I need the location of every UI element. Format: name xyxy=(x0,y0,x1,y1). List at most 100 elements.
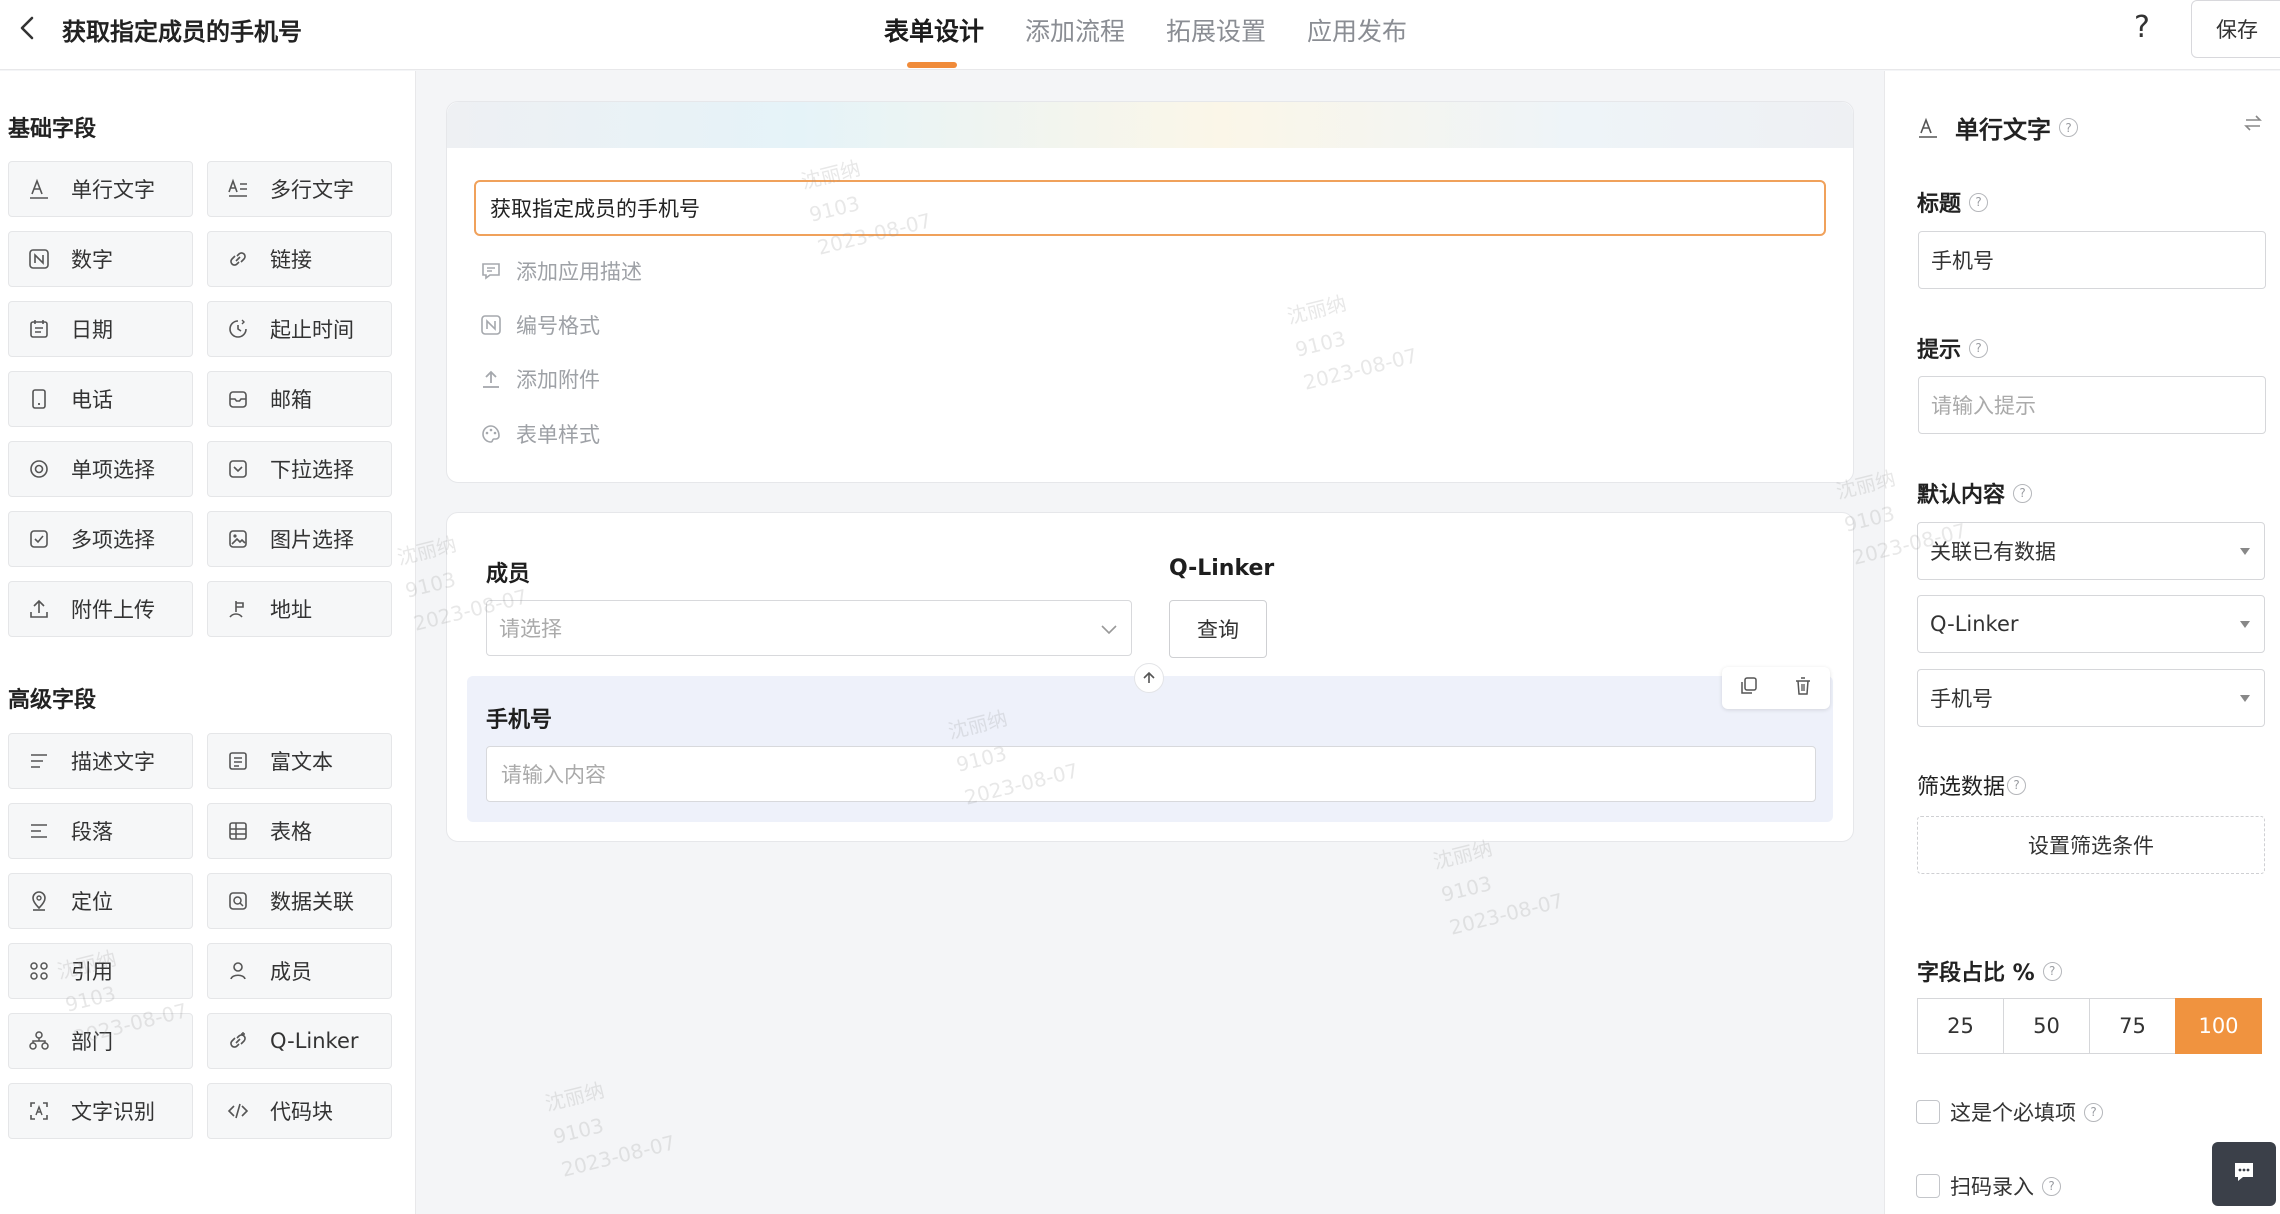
field-label: 部门 xyxy=(71,1030,113,1054)
multiline-text-icon xyxy=(226,177,250,201)
phone-input[interactable]: 请输入内容 xyxy=(486,746,1816,802)
save-button[interactable]: 保存 xyxy=(2191,0,2280,58)
data-link-icon xyxy=(226,889,250,913)
hint-label: 提示 ? xyxy=(1917,332,1989,364)
field-code-block[interactable]: 代码块 xyxy=(207,1083,392,1139)
scan-input-option[interactable]: 扫码录入 ? xyxy=(1916,1171,2061,1201)
move-up-icon[interactable] xyxy=(1134,663,1164,693)
field-label: 附件上传 xyxy=(71,598,155,622)
field-description-text[interactable]: 描述文字 xyxy=(8,733,193,789)
field-address[interactable]: 地址 xyxy=(207,581,392,637)
required-option[interactable]: 这是个必填项 ? xyxy=(1916,1097,2103,1127)
form-banner xyxy=(447,102,1853,148)
option-label: 表单样式 xyxy=(516,423,600,447)
caret-down-icon xyxy=(2240,620,2250,628)
form-style-option[interactable]: 表单样式 xyxy=(480,419,600,449)
field-number[interactable]: 数字 xyxy=(8,231,193,287)
description-icon xyxy=(27,749,51,773)
field-ocr[interactable]: 文字识别 xyxy=(8,1083,193,1139)
field-date[interactable]: 日期 xyxy=(8,301,193,357)
switch-type-icon[interactable] xyxy=(2242,112,2264,139)
field-link[interactable]: 链接 xyxy=(207,231,392,287)
field-dropdown-choice[interactable]: 下拉选择 xyxy=(207,441,392,497)
title-label-text: 标题 xyxy=(1917,192,1962,217)
hint-input[interactable]: 请输入提示 xyxy=(1918,376,2266,434)
member-select[interactable]: 请选择 xyxy=(486,600,1132,656)
default-linker-select[interactable]: Q-Linker xyxy=(1917,595,2265,653)
chat-support-button[interactable] xyxy=(2212,1142,2276,1206)
field-q-linker[interactable]: Q-Linker xyxy=(207,1013,392,1069)
ratio-option-25[interactable]: 25 xyxy=(1917,998,2004,1054)
help-circle-icon[interactable]: ? xyxy=(2013,483,2033,503)
required-label-text: 这是个必填项 xyxy=(1950,1101,2076,1125)
help-circle-icon[interactable]: ? xyxy=(2084,1102,2103,1122)
field-time-range[interactable]: 起止时间 xyxy=(207,301,392,357)
field-attachment-upload[interactable]: 附件上传 xyxy=(8,581,193,637)
trash-icon[interactable] xyxy=(1793,676,1813,701)
help-circle-icon[interactable]: ? xyxy=(1969,338,1989,358)
field-mailbox[interactable]: 邮箱 xyxy=(207,371,392,427)
ratio-option-75[interactable]: 75 xyxy=(2089,998,2176,1054)
back-arrow-icon[interactable] xyxy=(14,14,42,42)
ratio-option-50[interactable]: 50 xyxy=(2003,998,2090,1054)
tab-form-design[interactable]: 表单设计 xyxy=(884,12,984,48)
field-multi-choice[interactable]: 多项选择 xyxy=(8,511,193,567)
filter-label-text: 筛选数据 xyxy=(1917,775,2006,800)
field-toolbar xyxy=(1722,667,1830,709)
field-paragraph[interactable]: 段落 xyxy=(8,803,193,859)
help-circle-icon[interactable]: ? xyxy=(2007,775,2027,795)
help-circle-icon[interactable]: ? xyxy=(2059,118,2078,137)
chat-bubble-icon xyxy=(2231,1159,2257,1190)
help-circle-icon[interactable]: ? xyxy=(1969,192,1989,212)
add-attachment-option[interactable]: 添加附件 xyxy=(480,364,600,394)
field-multi-line-text[interactable]: 多行文字 xyxy=(207,161,392,217)
scan-checkbox[interactable] xyxy=(1916,1174,1940,1198)
field-reference[interactable]: 引用 xyxy=(8,943,193,999)
title-input[interactable]: 手机号 xyxy=(1918,231,2266,289)
field-rich-text[interactable]: 富文本 xyxy=(207,733,392,789)
field-label: 表格 xyxy=(270,820,312,844)
set-filter-button[interactable]: 设置筛选条件 xyxy=(1917,816,2265,874)
field-single-line-text[interactable]: 单行文字 xyxy=(8,161,193,217)
select-value: Q-Linker xyxy=(1930,612,2019,636)
text-a-icon xyxy=(27,177,51,201)
tab-add-flow[interactable]: 添加流程 xyxy=(1025,12,1125,48)
time-range-icon xyxy=(226,317,250,341)
field-location[interactable]: 定位 xyxy=(8,873,193,929)
help-circle-icon[interactable]: ? xyxy=(2042,961,2062,981)
default-source-select[interactable]: 关联已有数据 xyxy=(1917,522,2265,580)
field-label: 定位 xyxy=(71,890,113,914)
tab-extend-settings[interactable]: 拓展设置 xyxy=(1166,12,1266,48)
required-checkbox[interactable] xyxy=(1916,1100,1940,1124)
option-label: 添加应用描述 xyxy=(516,260,642,284)
help-circle-icon[interactable]: ? xyxy=(2042,1176,2061,1196)
field-label: 地址 xyxy=(270,598,312,622)
default-field-select[interactable]: 手机号 xyxy=(1917,669,2265,727)
field-data-association[interactable]: 数据关联 xyxy=(207,873,392,929)
hint-label-text: 提示 xyxy=(1917,338,1962,363)
add-description-option[interactable]: 添加应用描述 xyxy=(480,256,642,286)
field-department[interactable]: 部门 xyxy=(8,1013,193,1069)
address-icon xyxy=(226,597,250,621)
title-label: 标题 ? xyxy=(1917,186,1989,218)
tab-app-publish[interactable]: 应用发布 xyxy=(1307,12,1407,48)
ratio-option-100[interactable]: 100 xyxy=(2175,998,2262,1054)
form-title-input[interactable]: 获取指定成员的手机号 xyxy=(474,180,1826,236)
field-image-choice[interactable]: 图片选择 xyxy=(207,511,392,567)
field-label: 数据关联 xyxy=(270,890,354,914)
query-button[interactable]: 查询 xyxy=(1169,600,1267,658)
field-label: 数字 xyxy=(71,248,113,272)
select-value: 关联已有数据 xyxy=(1930,540,2056,564)
member-icon xyxy=(226,959,250,983)
option-label: 添加附件 xyxy=(516,368,600,392)
field-single-choice[interactable]: 单项选择 xyxy=(8,441,193,497)
copy-icon[interactable] xyxy=(1739,676,1759,701)
field-table[interactable]: 表格 xyxy=(207,803,392,859)
field-label: 单项选择 xyxy=(71,458,155,482)
table-icon xyxy=(226,819,250,843)
link-icon xyxy=(226,247,250,271)
field-member[interactable]: 成员 xyxy=(207,943,392,999)
number-format-option[interactable]: 编号格式 xyxy=(480,310,600,340)
help-icon[interactable]: ? xyxy=(2134,10,2150,45)
field-phone[interactable]: 电话 xyxy=(8,371,193,427)
